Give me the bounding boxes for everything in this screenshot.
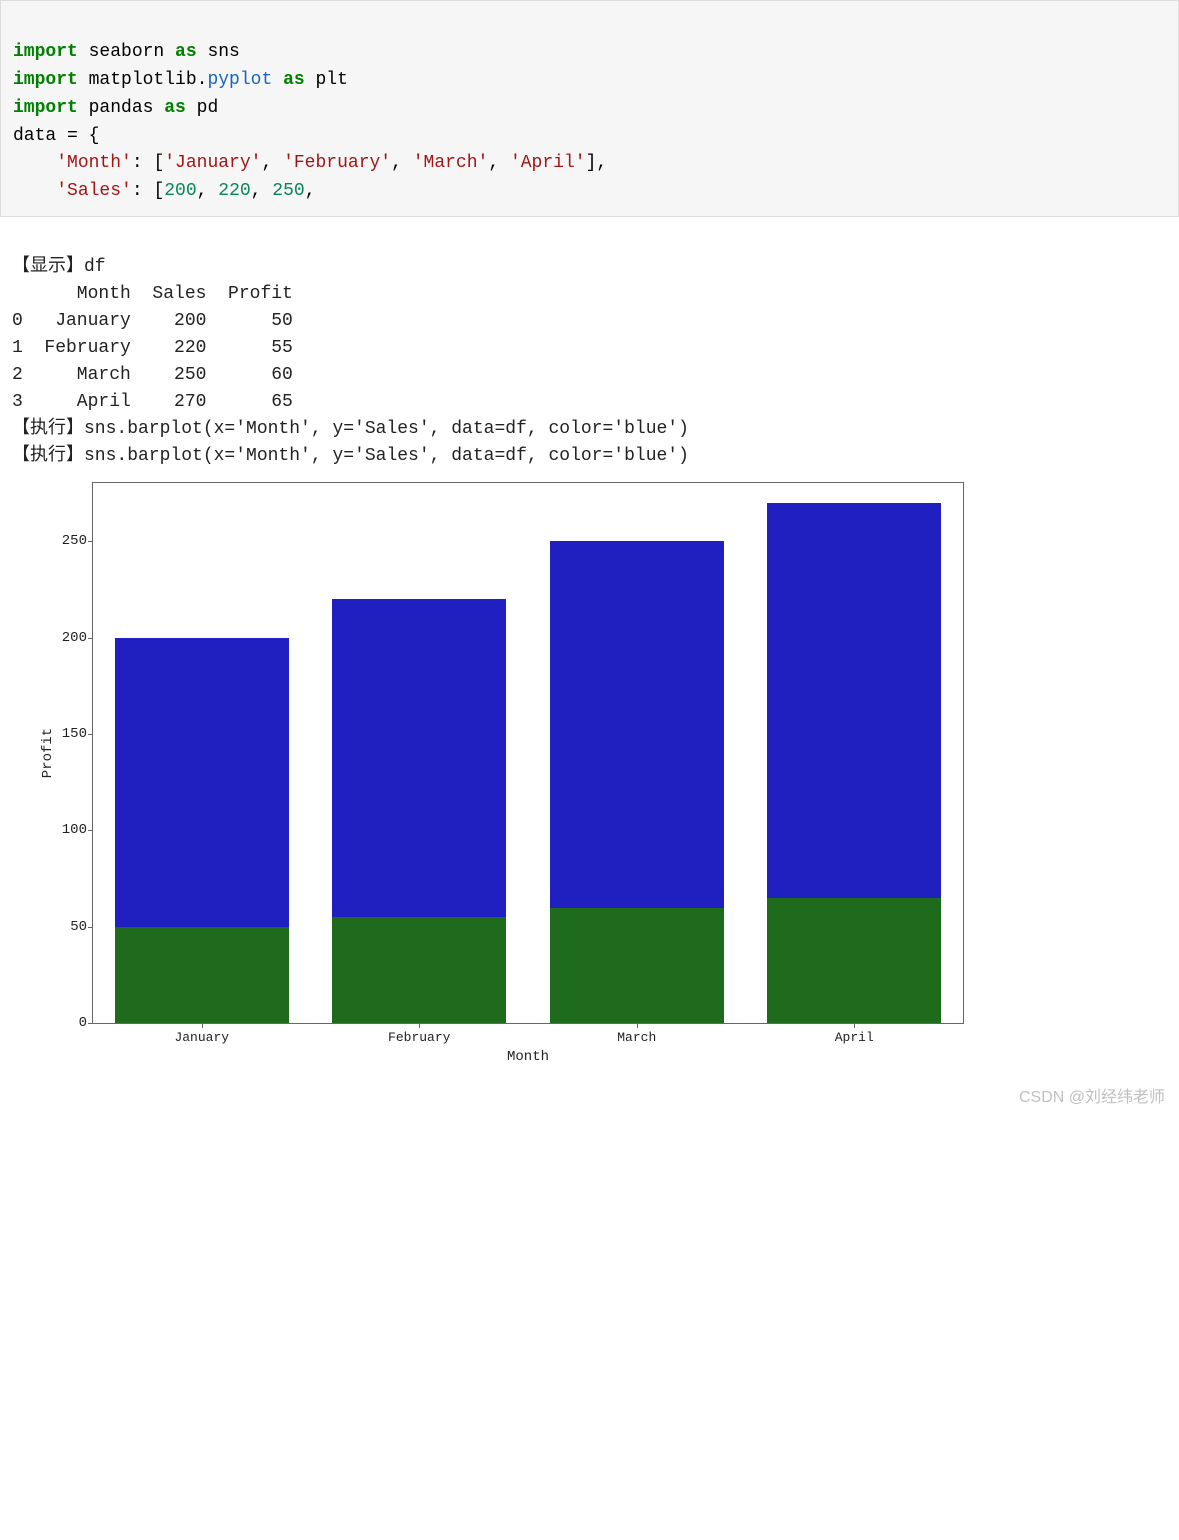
x-tick-label: March bbox=[617, 1030, 656, 1045]
y-tick-label: 150 bbox=[47, 726, 87, 742]
output-exec-line: 【执行】sns.barplot(x='Month', y='Sales', da… bbox=[12, 419, 689, 439]
x-tick-label: February bbox=[388, 1030, 450, 1045]
watermark-text: CSDN @刘经纬老师 bbox=[0, 1079, 1179, 1115]
y-tick-label: 50 bbox=[47, 919, 87, 935]
bar-chart: Profit Month 050100150200250JanuaryFebru… bbox=[92, 482, 964, 1024]
bar-profit bbox=[767, 898, 941, 1023]
y-tick-label: 0 bbox=[47, 1015, 87, 1031]
output-row: 0 January 200 50 bbox=[12, 311, 293, 331]
kw-import: import bbox=[13, 42, 78, 62]
output-row: 1 February 220 55 bbox=[12, 338, 293, 358]
output-row: 2 March 250 60 bbox=[12, 365, 293, 385]
output-cell: 【显示】df Month Sales Profit 0 January 200 … bbox=[0, 223, 1179, 474]
output-row: 3 April 270 65 bbox=[12, 392, 293, 412]
x-axis-label: Month bbox=[507, 1049, 549, 1065]
output-header: 【显示】df bbox=[12, 257, 106, 277]
y-tick-label: 250 bbox=[47, 533, 87, 549]
x-tick-label: January bbox=[174, 1030, 229, 1045]
code-cell: import seaborn as sns import matplotlib.… bbox=[0, 0, 1179, 217]
chart-output: Profit Month 050100150200250JanuaryFebru… bbox=[0, 474, 1179, 1079]
y-tick-label: 200 bbox=[47, 630, 87, 646]
bar-profit bbox=[115, 927, 289, 1023]
output-columns: Month Sales Profit bbox=[12, 284, 293, 304]
y-tick-label: 100 bbox=[47, 822, 87, 838]
x-tick-label: April bbox=[835, 1030, 874, 1045]
bar-profit bbox=[332, 917, 506, 1023]
bar-profit bbox=[550, 908, 724, 1024]
output-exec-line: 【执行】sns.barplot(x='Month', y='Sales', da… bbox=[12, 446, 689, 466]
